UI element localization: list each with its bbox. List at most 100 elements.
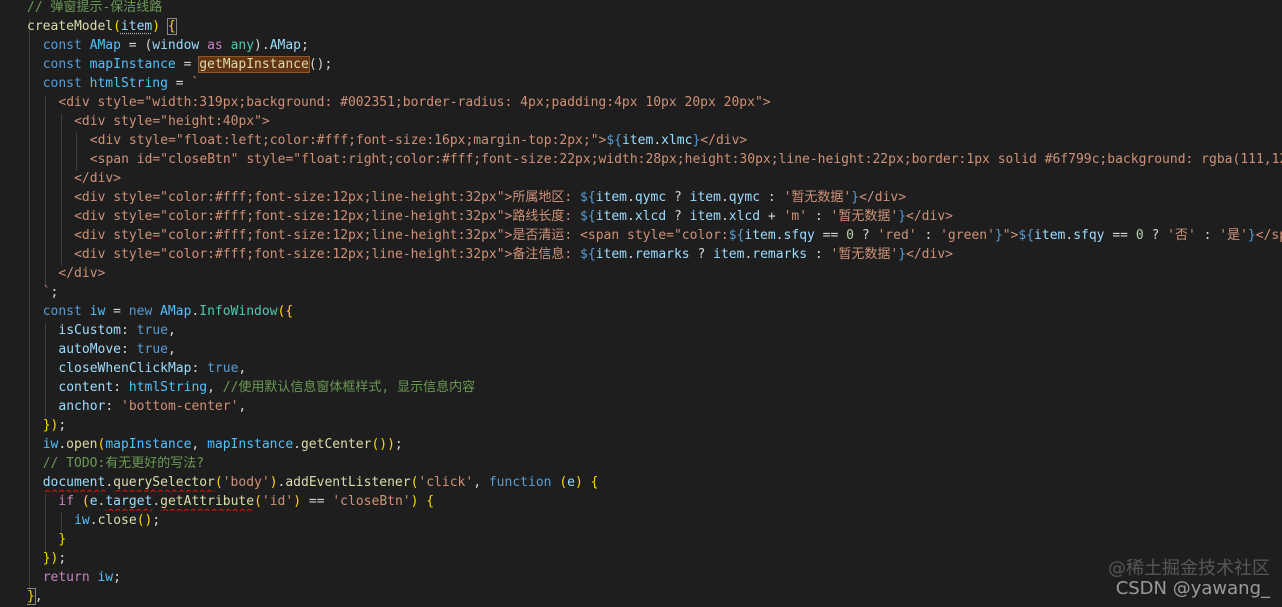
code-token: :: [760, 190, 784, 205]
code-token: isCustom: [58, 323, 122, 338]
code-token: (: [559, 475, 568, 490]
code-token: }: [994, 228, 1003, 243]
code-token: ;: [301, 38, 309, 53]
code-token: }: [851, 190, 860, 205]
code-token: remarks: [634, 247, 690, 262]
code-token: querySelector: [113, 475, 215, 490]
code-token: // TODO:有无更好的写法?: [42, 456, 205, 471]
code-token: sfqy: [783, 228, 815, 243]
code-token: ?: [666, 190, 690, 205]
code-token: iw: [97, 570, 114, 585]
code-line: content: htmlString, //使用默认信息窗体框样式, 显示信息…: [58, 378, 1282, 397]
code-token: ();: [308, 57, 333, 72]
code-line: <div style="float:left;color:#fff;font-s…: [90, 131, 1282, 150]
code-token: (: [113, 19, 121, 34]
code-token: qymc: [728, 190, 761, 205]
code-token: .: [653, 133, 662, 148]
code-line: <div style="width:319px;background: #002…: [58, 93, 1282, 112]
code-token: if: [58, 494, 75, 509]
code-token: <div style="float:left;color:#fff;font-s…: [89, 133, 607, 148]
code-token: ,: [191, 437, 208, 452]
code-token: htmlString: [128, 380, 208, 395]
code-token: ,: [207, 380, 223, 395]
code-token: }): [42, 551, 59, 566]
code-token: </div>: [74, 171, 122, 186]
code-token: = (: [120, 38, 153, 53]
code-token: (): [136, 513, 153, 528]
code-token: ): [152, 19, 161, 34]
code-token: ;: [58, 418, 67, 433]
code-token: mapInstance: [207, 437, 294, 452]
code-token: item: [689, 209, 721, 224]
code-token: ${: [606, 133, 623, 148]
code-token: // 弹窗提示-保洁线路: [27, 0, 163, 15]
indent-guide: [29, 19, 30, 589]
code-token: const: [42, 76, 82, 91]
code-token: }: [1247, 228, 1256, 243]
code-line: anchor: 'bottom-center',: [58, 397, 1282, 416]
code-token: ).: [254, 38, 270, 53]
code-token: }: [898, 247, 907, 262]
code-token: true: [136, 342, 168, 357]
code-token: <div style="height:40px">: [74, 114, 270, 129]
code-token: =: [105, 304, 129, 319]
code-token: qymc: [634, 190, 667, 205]
code-token: mapInstance: [89, 57, 176, 72]
code-line: <div style="color:#fff;font-size:12px;li…: [74, 245, 1282, 264]
code-token: 'click': [418, 475, 474, 490]
code-token: ${: [580, 190, 596, 205]
code-token: </div>: [700, 133, 748, 148]
code-token: //使用默认信息窗体框样式, 显示信息内容: [222, 380, 476, 395]
code-token: ,: [238, 361, 247, 376]
code-token: ?: [689, 247, 714, 262]
code-token: const: [42, 304, 82, 319]
code-token: '暂无数据': [783, 190, 852, 205]
indent-guide: [61, 114, 62, 266]
code-token: closeWhenClickMap: [58, 361, 192, 376]
code-token: ,: [167, 323, 176, 338]
code-token: ;: [394, 437, 403, 452]
code-token: .: [105, 475, 114, 490]
code-token: new: [128, 304, 153, 319]
code-line: const iw = new AMap.InfoWindow({: [43, 302, 1282, 321]
code-token: +: [760, 209, 784, 224]
code-token: iw: [89, 304, 106, 319]
code-token: ;: [50, 285, 59, 300]
code-token: .: [1065, 228, 1074, 243]
code-token: :: [121, 342, 137, 357]
code-token: remarks: [752, 247, 808, 262]
code-token: }: [898, 209, 907, 224]
code-token: target: [105, 494, 153, 509]
code-line: });: [43, 416, 1282, 435]
code-token: :: [191, 361, 208, 376]
code-token: ): [387, 437, 395, 452]
code-token: const: [42, 57, 82, 72]
code-token: (: [81, 494, 90, 509]
code-token: true: [207, 361, 239, 376]
code-token: e: [89, 494, 98, 509]
code-token: getMapInstance: [198, 56, 310, 73]
code-token: item: [744, 228, 776, 243]
code-token: function: [488, 475, 552, 490]
code-token: </div>: [906, 247, 953, 262]
code-token: any: [230, 38, 255, 53]
code-token: :: [807, 247, 831, 262]
code-line: // TODO:有无更好的写法?: [43, 454, 1282, 473]
watermark: @稀土掘金技术社区 CSDN @yawang_: [1108, 559, 1270, 599]
code-token: item: [713, 247, 745, 262]
code-token: 'closeBtn': [332, 494, 411, 509]
code-line: isCustom: true,: [58, 321, 1282, 340]
indent-guide: [45, 323, 46, 418]
code-editor[interactable]: // 弹窗提示-保洁线路 createModel(item) {const AMa…: [0, 0, 1282, 607]
code-token: content: [58, 380, 114, 395]
code-token: (: [214, 475, 223, 490]
code-token: ;: [113, 570, 121, 585]
code-token: item: [595, 190, 628, 205]
code-token: window: [152, 38, 200, 53]
code-token: }): [42, 418, 59, 433]
code-token: createModel: [27, 19, 114, 34]
code-token: xlmc: [661, 133, 693, 148]
code-token: `: [42, 285, 51, 300]
